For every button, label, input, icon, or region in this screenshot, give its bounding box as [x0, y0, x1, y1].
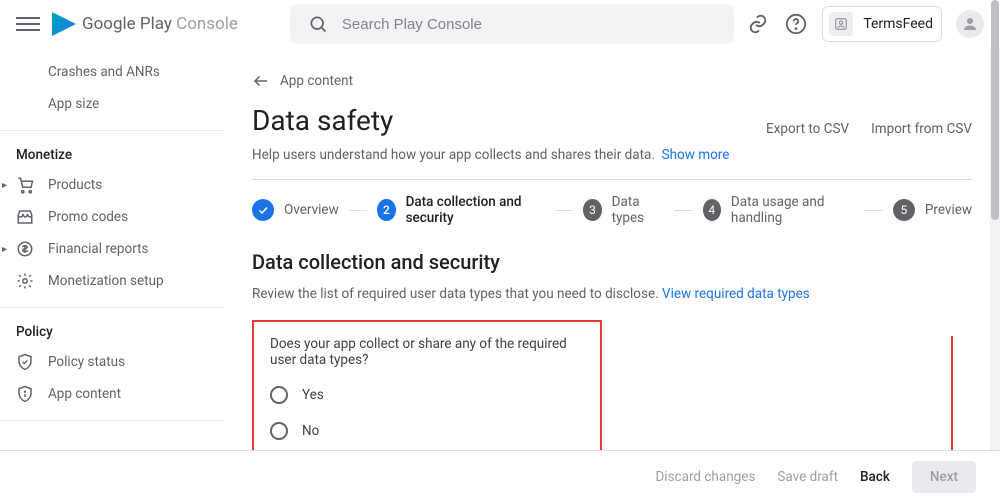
- product-logo[interactable]: Google Play Console: [52, 12, 238, 36]
- radio-icon: [270, 422, 288, 440]
- step-overview[interactable]: Overview: [252, 199, 339, 221]
- dollar-icon: [16, 240, 34, 258]
- scrollbar-thumb[interactable]: [991, 0, 999, 220]
- radio-option-yes[interactable]: Yes: [270, 386, 584, 404]
- step-label: Data usage and handling: [731, 194, 854, 226]
- gear-icon: [16, 272, 34, 290]
- stepper: Overview 2 Data collection and security …: [252, 194, 972, 226]
- view-required-data-types-link[interactable]: View required data types: [662, 286, 810, 302]
- step-label: Overview: [284, 202, 339, 218]
- sidebar-item-label: Monetization setup: [48, 273, 164, 289]
- search-input[interactable]: [342, 16, 718, 33]
- menu-button[interactable]: [16, 12, 40, 36]
- sidebar-item-products[interactable]: ▸ Products: [0, 169, 224, 201]
- arrow-left-icon: [252, 72, 270, 90]
- app-icon: [829, 12, 853, 36]
- shield-check-icon: [16, 353, 34, 371]
- sidebar: Crashes and ANRs App size Monetize ▸ Pro…: [0, 48, 224, 450]
- section-title: Data collection and security: [252, 250, 972, 274]
- sidebar-item-app-content[interactable]: App content: [0, 378, 224, 410]
- cart-icon: [16, 176, 34, 194]
- step-label: Data types: [612, 194, 665, 226]
- link-icon[interactable]: [746, 12, 770, 36]
- next-button[interactable]: Next: [912, 461, 976, 493]
- question-prompt: Does your app collect or share any of th…: [270, 336, 584, 368]
- discard-changes-button[interactable]: Discard changes: [655, 469, 755, 485]
- help-icon[interactable]: [784, 12, 808, 36]
- step-data-usage[interactable]: 4 Data usage and handling: [703, 194, 855, 226]
- step-label: Preview: [925, 202, 972, 218]
- divider: [252, 179, 972, 180]
- breadcrumb-label: App content: [280, 73, 353, 89]
- radio-option-no[interactable]: No: [270, 422, 584, 440]
- radio-label: Yes: [302, 387, 324, 403]
- breadcrumb-back[interactable]: App content: [252, 72, 972, 90]
- sidebar-item-monetization-setup[interactable]: Monetization setup: [0, 265, 224, 297]
- sidebar-heading-monetize: Monetize: [0, 141, 224, 169]
- profile-avatar[interactable]: [956, 10, 984, 38]
- step-badge-check-icon: [252, 199, 274, 221]
- shield-info-icon: [16, 385, 34, 403]
- sidebar-divider: [0, 420, 224, 421]
- step-label: Data collection and security: [406, 194, 545, 226]
- sidebar-divider: [0, 130, 224, 131]
- step-data-types[interactable]: 3 Data types: [583, 194, 664, 226]
- step-badge: 2: [377, 199, 395, 221]
- account-switcher[interactable]: TermsFeed: [822, 6, 942, 42]
- step-connector: [674, 210, 693, 211]
- sidebar-item-label: App content: [48, 386, 121, 402]
- main-content: App content Data safety Export to CSV Im…: [224, 48, 1000, 450]
- footer-actions: Discard changes Save draft Back Next: [0, 450, 1000, 502]
- sidebar-item-financial-reports[interactable]: ▸ Financial reports: [0, 233, 224, 265]
- step-connector: [555, 210, 574, 211]
- annotation-arrow: [942, 336, 962, 450]
- sidebar-heading-policy: Policy: [0, 318, 224, 346]
- question-highlight-box: Does your app collect or share any of th…: [252, 320, 602, 450]
- sidebar-item-policy-status[interactable]: Policy status: [0, 346, 224, 378]
- radio-label: No: [302, 423, 319, 439]
- top-bar: Google Play Console TermsFeed: [0, 0, 1000, 48]
- search-icon: [306, 12, 330, 36]
- step-badge: 4: [703, 199, 721, 221]
- export-csv-button[interactable]: Export to CSV: [766, 121, 849, 137]
- show-more-link[interactable]: Show more: [662, 147, 730, 163]
- play-logo-icon: [52, 12, 76, 36]
- sidebar-item-promo-codes[interactable]: Promo codes: [0, 201, 224, 233]
- page-title: Data safety: [252, 104, 393, 137]
- step-connector: [864, 210, 883, 211]
- step-data-collection[interactable]: 2 Data collection and security: [377, 194, 545, 226]
- radio-icon: [270, 386, 288, 404]
- step-connector: [349, 210, 368, 211]
- account-name: TermsFeed: [863, 16, 933, 32]
- section-description: Review the list of required user data ty…: [252, 286, 972, 302]
- import-csv-button[interactable]: Import from CSV: [871, 121, 972, 137]
- page-subtitle: Help users understand how your app colle…: [252, 147, 972, 163]
- caret-icon: ▸: [2, 244, 7, 255]
- save-draft-button[interactable]: Save draft: [777, 469, 838, 485]
- sidebar-item-label: Products: [48, 177, 102, 193]
- sidebar-divider: [0, 307, 224, 308]
- caret-icon: ▸: [2, 180, 7, 191]
- product-name: Google Play Console: [82, 14, 238, 34]
- sidebar-item-label: Financial reports: [48, 241, 149, 257]
- step-badge: 5: [893, 199, 915, 221]
- sidebar-item-crashes[interactable]: Crashes and ANRs: [0, 56, 224, 88]
- back-button[interactable]: Back: [860, 469, 890, 485]
- sidebar-item-label: Policy status: [48, 354, 125, 370]
- search-box[interactable]: [290, 4, 734, 44]
- sidebar-item-label: Promo codes: [48, 209, 128, 225]
- sidebar-item-app-size[interactable]: App size: [0, 88, 224, 120]
- step-preview[interactable]: 5 Preview: [893, 199, 972, 221]
- step-badge: 3: [583, 199, 601, 221]
- storefront-icon: [16, 208, 34, 226]
